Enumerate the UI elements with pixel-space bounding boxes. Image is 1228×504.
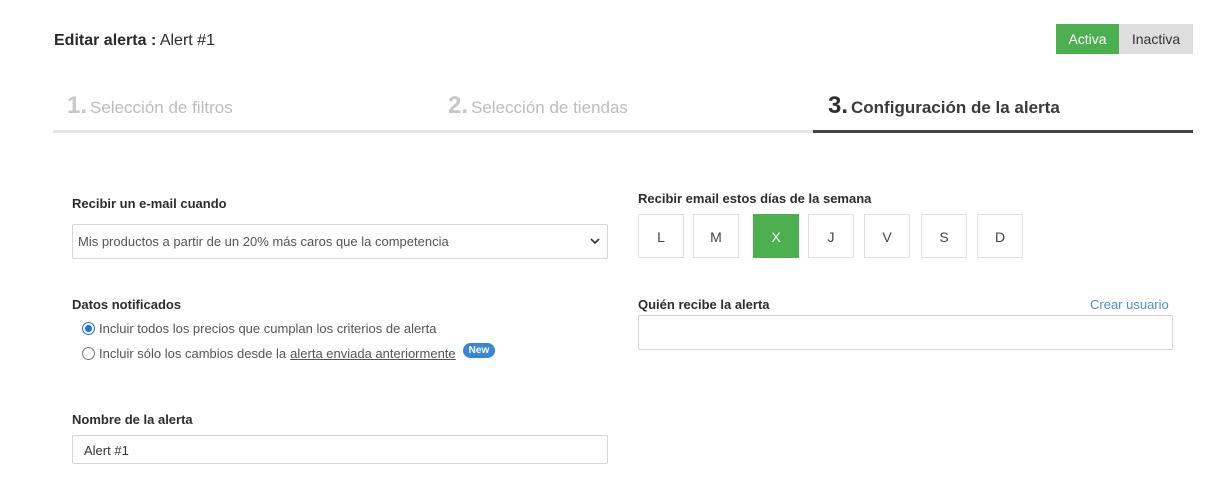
chevron-down-icon [590,238,600,245]
radio-label-changes-only: Incluir sólo los cambios desde la [99,346,287,361]
step-active-underline [813,130,1193,133]
title-separator: : [150,32,157,49]
day-button-j[interactable]: J [808,214,854,258]
day-button-d[interactable]: D [977,214,1023,258]
recipients-input[interactable] [638,315,1173,350]
step-number: 2. [448,92,469,119]
step-filters[interactable]: 1. Selección de filtros [67,92,233,134]
week-days-label: Recibir email estos días de la semana [638,191,872,206]
notified-data-label: Datos notificados [72,297,182,312]
day-button-l[interactable]: L [638,214,684,258]
alert-name-value: Alert #1 [84,443,129,458]
email-when-label: Recibir un e-mail cuando [72,196,227,211]
day-button-v[interactable]: V [864,214,910,258]
status-inactive-button[interactable]: Inactiva [1119,24,1193,54]
page-title: Editar alerta : Alert #1 [54,32,215,50]
status-toggle: Activa Inactiva [1056,24,1193,54]
radio-button-checked[interactable] [82,322,95,335]
previous-alert-link[interactable]: alerta enviada anteriormente [290,346,456,361]
day-button-m[interactable]: M [693,214,739,258]
alert-name-input[interactable]: Alert #1 [72,435,608,464]
step-label: Selección de tiendas [471,98,628,117]
step-label: Selección de filtros [90,98,233,117]
step-number: 3. [828,92,849,119]
recipients-label: Quién recibe la alerta [638,297,770,312]
alert-name-title: Alert #1 [159,32,215,49]
step-stores[interactable]: 2. Selección de tiendas [448,92,628,134]
radio-button-unchecked[interactable] [82,347,95,360]
create-user-link[interactable]: Crear usuario [1090,297,1169,312]
radio-option-all-prices[interactable]: Incluir todos los precios que cumplan lo… [82,321,436,336]
status-active-button[interactable]: Activa [1056,24,1119,54]
email-condition-select[interactable]: Mis productos a partir de un 20% más car… [72,224,608,259]
day-button-s[interactable]: S [921,214,967,258]
step-number: 1. [67,92,88,119]
step-progress-line [53,130,813,133]
radio-option-changes-only[interactable]: Incluir sólo los cambios desde la alerta… [82,343,496,361]
step-configuration[interactable]: 3. Configuración de la alerta [828,92,1060,134]
radio-label-all-prices: Incluir todos los precios que cumplan lo… [99,321,437,336]
wizard-steps: 1. Selección de filtros 2. Selección de ti… [53,92,1193,134]
page-title-prefix: Editar alerta [54,32,147,49]
alert-name-label: Nombre de la alerta [72,412,193,427]
email-condition-value: Mis productos a partir de un 20% más car… [78,234,449,249]
step-label: Configuración de la alerta [851,98,1060,117]
day-button-x[interactable]: X [753,214,799,258]
new-badge: New [462,343,496,358]
